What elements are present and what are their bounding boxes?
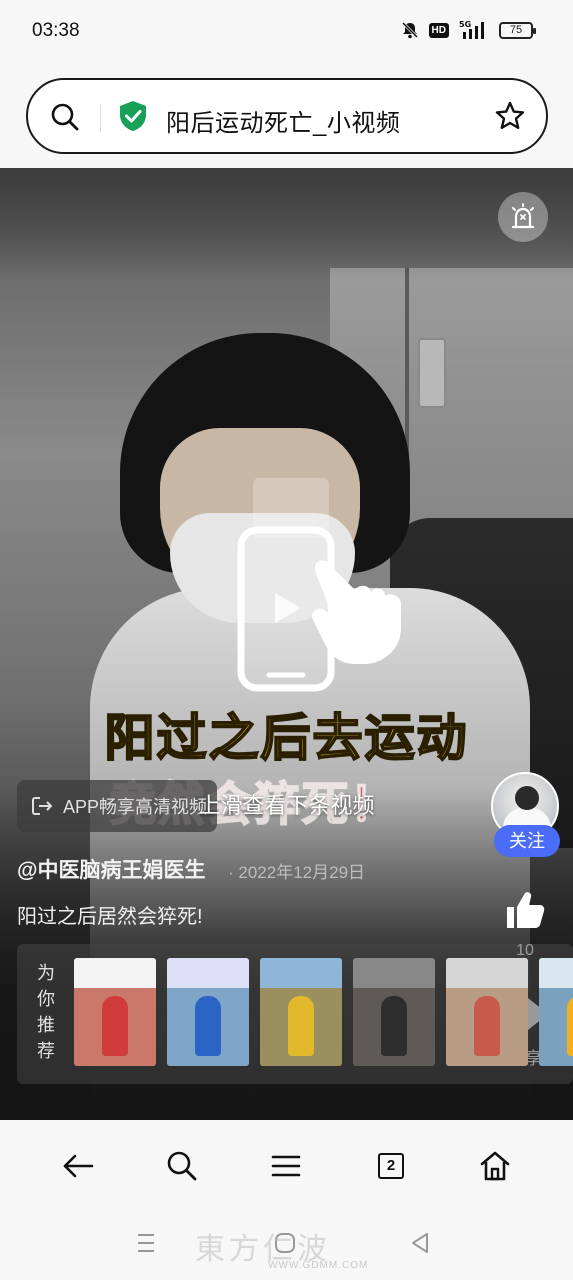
alarm-icon bbox=[511, 203, 535, 229]
recommend-thumbnail[interactable] bbox=[74, 958, 156, 1066]
thumbnail-figure bbox=[381, 996, 407, 1056]
post-date: · 2022年12月29日 bbox=[228, 863, 366, 882]
recommend-thumbnail[interactable] bbox=[539, 958, 573, 1066]
page-title[interactable]: 阳后运动死亡_小视频 bbox=[166, 103, 400, 138]
tabs-count: 2 bbox=[378, 1153, 404, 1179]
avatar-head bbox=[515, 786, 539, 810]
recommend-label: 为 你 推 荐 bbox=[35, 960, 57, 1064]
recent-apps-icon[interactable] bbox=[136, 1232, 156, 1254]
back-button[interactable] bbox=[58, 1148, 98, 1184]
nav-search-button[interactable] bbox=[162, 1148, 202, 1184]
tabs-button[interactable]: 2 bbox=[371, 1148, 411, 1184]
signal-icon: 5G bbox=[459, 20, 484, 39]
menu-button[interactable] bbox=[266, 1148, 306, 1184]
recommend-thumbnail[interactable] bbox=[353, 958, 435, 1066]
video-caption-line1: 阳过之后去运动 bbox=[104, 708, 469, 768]
back-arrow-icon bbox=[63, 1154, 94, 1178]
search-icon[interactable] bbox=[50, 102, 80, 132]
video-description: 阳过之后居然会猝死! bbox=[17, 906, 203, 928]
star-icon[interactable] bbox=[494, 100, 526, 132]
video-player[interactable]: 阳过之后去运动 竟然会猝死！ APP畅享高清视频 上滑查看下条视频 关注 @中医… bbox=[0, 168, 573, 1120]
battery-indicator: 75 bbox=[499, 21, 536, 39]
thumbnail-figure bbox=[288, 996, 314, 1056]
bottom-nav: 2 bbox=[0, 1120, 573, 1212]
thumbnail-figure bbox=[474, 996, 500, 1056]
recommend-panel: 为 你 推 荐 bbox=[17, 944, 573, 1084]
thumbnail-figure bbox=[567, 996, 573, 1056]
thumbnail-figure bbox=[102, 996, 128, 1056]
thumbnail-figure bbox=[195, 996, 221, 1056]
status-icons: HD 5G 75 bbox=[401, 20, 536, 40]
recommend-label-char: 推 bbox=[37, 1015, 55, 1035]
hd-badge: HD bbox=[428, 22, 449, 38]
swipe-hint-text: 上滑查看下条视频 bbox=[198, 793, 375, 818]
status-time: 03:38 bbox=[32, 20, 80, 41]
thumbnail-header bbox=[260, 958, 342, 988]
recommend-label-char: 你 bbox=[37, 989, 55, 1009]
recommend-thumbnail[interactable] bbox=[167, 958, 249, 1066]
home-icon bbox=[480, 1151, 510, 1181]
recommend-label-char: 为 bbox=[37, 963, 55, 983]
shield-check-icon bbox=[120, 101, 146, 131]
follow-button[interactable]: 关注 bbox=[494, 825, 560, 857]
search-icon bbox=[167, 1151, 197, 1181]
thumbnail-header bbox=[446, 958, 528, 988]
recommend-thumbnail[interactable] bbox=[260, 958, 342, 1066]
thumbnail-header bbox=[353, 958, 435, 988]
thumbnail-header bbox=[74, 958, 156, 988]
mute-bell-icon bbox=[401, 21, 418, 39]
swipe-up-hand-icon bbox=[237, 478, 401, 692]
svg-text:5G: 5G bbox=[459, 20, 471, 29]
back-triangle-icon[interactable] bbox=[410, 1232, 430, 1254]
address-divider bbox=[100, 104, 101, 132]
system-nav-bar: 東方仁波 WWW.GDMM.COM bbox=[0, 1212, 573, 1280]
menu-icon bbox=[271, 1155, 301, 1177]
status-bar: 03:38 HD 5G 75 bbox=[0, 0, 573, 62]
watermark-url: WWW.GDMM.COM bbox=[268, 1260, 369, 1271]
thumbnail-header bbox=[539, 958, 573, 988]
video-top-shadow bbox=[0, 168, 573, 278]
recommend-thumbnail[interactable] bbox=[446, 958, 528, 1066]
author-name[interactable]: @中医脑病王娟医生 bbox=[17, 854, 205, 884]
report-button[interactable] bbox=[498, 192, 548, 242]
recommend-label-char: 荐 bbox=[37, 1041, 55, 1061]
home-button[interactable] bbox=[475, 1148, 515, 1184]
thumbnail-header bbox=[167, 958, 249, 988]
address-bar-container: 阳后运动死亡_小视频 bbox=[0, 62, 573, 168]
address-bar[interactable]: 阳后运动死亡_小视频 bbox=[26, 78, 548, 154]
video-scene-handle bbox=[418, 338, 446, 408]
like-icon[interactable] bbox=[503, 888, 547, 932]
